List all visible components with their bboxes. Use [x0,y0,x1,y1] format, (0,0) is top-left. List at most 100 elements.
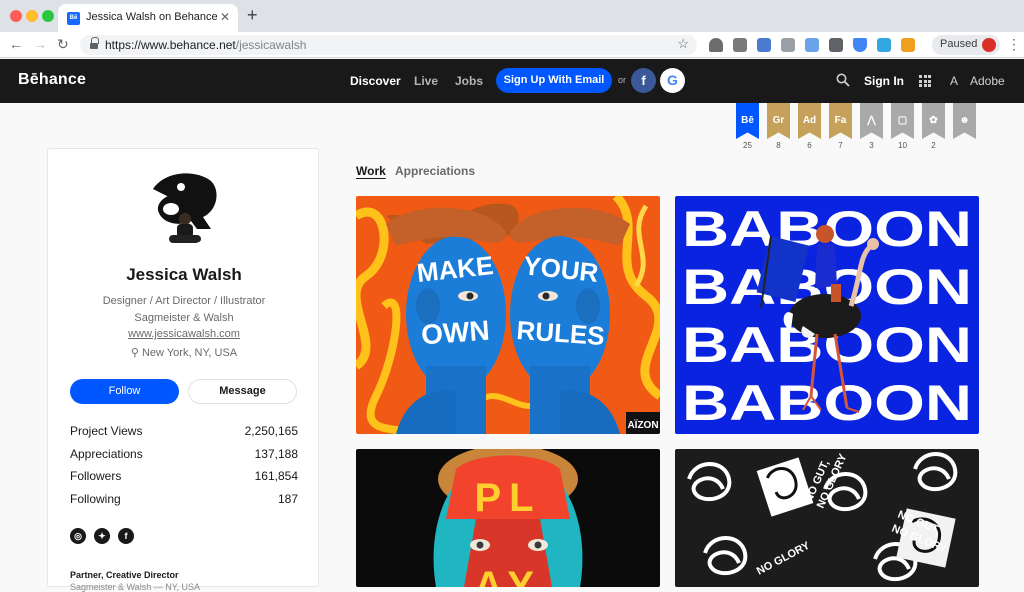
extension-gray-icon[interactable] [781,38,795,52]
location-text: New York, NY, USA [141,347,238,359]
url-bar[interactable]: https://www.behance.net/jessicawalsh ☆ [80,35,697,55]
profile-location: ⚲ New York, NY, USA [48,346,320,359]
badge-count: 6 [807,141,812,150]
stat-row[interactable]: Followers 161,854 [70,469,298,483]
badge-face[interactable]: ☻ [953,103,976,139]
facebook-icon[interactable]: f [118,528,134,544]
tile-brand-tag: AÏZON [627,418,658,431]
badge-graphic-design[interactable]: Gr 8 [767,103,790,150]
stat-label: Followers [70,469,122,483]
close-window-button[interactable] [10,10,22,22]
badge-label: ☻ [953,103,976,139]
tab-work[interactable]: Work [356,164,386,178]
back-arrow-icon[interactable]: ← [9,36,23,52]
profile-button[interactable]: Paused [932,35,1000,55]
minimize-window-button[interactable] [26,10,38,22]
stat-value: 187 [277,492,298,506]
signup-email-button[interactable]: Sign Up With Email [496,68,612,93]
tile-word: BABOON [682,375,972,431]
profile-website[interactable]: www.jessicawalsh.com [48,328,320,340]
badge-count: 7 [838,141,843,150]
apps-grid-icon[interactable] [919,75,931,87]
location-pin-icon: ⚲ [130,347,142,359]
behance-navbar: Bēhance Discover Live Jobs Sign Up With … [0,59,1024,103]
badge-label: Gr [767,103,790,139]
project-tile[interactable]: BABOON BABOON BABOON BABOON [675,196,979,434]
tile-word: RULES [516,315,606,351]
profile-company: Sagmeister & Walsh [134,312,234,324]
message-button[interactable]: Message [188,379,297,404]
nav-jobs[interactable]: Jobs [455,74,483,88]
stat-row: Project Views 2,250,165 [70,424,298,438]
extension-blue-icon[interactable] [757,38,771,52]
extension-orange-icon[interactable] [901,38,915,52]
stat-value: 161,854 [254,469,298,483]
nav-discover[interactable]: Discover [350,74,401,88]
profile-title: Designer / Art Director / Illustrator [102,295,266,307]
stat-value: 2,250,165 [244,424,298,438]
badge-count: 10 [898,141,907,150]
forward-arrow-icon[interactable]: → [33,36,47,52]
maximize-window-button[interactable] [42,10,54,22]
tab-title: Jessica Walsh on Behance [86,11,218,23]
extension-drop-icon[interactable] [877,38,891,52]
role-company: Sagmeister & Walsh — NY, USA [70,582,201,592]
new-tab-icon[interactable]: + [247,5,258,26]
avatar-image [145,167,223,245]
badge-fashion[interactable]: Fa 7 [829,103,852,150]
sign-in-link[interactable]: Sign In [864,74,904,88]
badge-flower[interactable]: ✿ 2 [922,103,945,150]
stat-label: Appreciations [70,447,143,461]
role-title: Partner, Creative Director [70,570,179,580]
close-tab-icon[interactable]: ✕ [220,10,230,24]
website-link[interactable]: www.jessicawalsh.com [128,328,240,340]
badge-behance[interactable]: Bē 25 [736,103,759,150]
lock-icon [90,37,99,49]
or-label: or [618,75,627,85]
follow-button[interactable]: Follow [70,379,179,404]
project-tile[interactable]: MAKE OWN YOUR RULES AÏZON [356,196,660,434]
profile-name: Jessica Walsh [126,265,242,284]
adobe-icon: A [950,74,959,88]
browser-menu-icon[interactable]: ⋮ [1007,36,1021,53]
project-tile[interactable]: NO GUT, NO GLORY NO GUT, NO GLORY NO GLO… [675,449,979,587]
badge-count: 2 [931,141,936,150]
stat-row: Appreciations 137,188 [70,447,298,461]
tab-appreciations[interactable]: Appreciations [395,164,475,178]
bookmark-star-icon[interactable]: ☆ [677,36,689,52]
project-thumbnail: NO GUT, NO GLORY NO GUT, NO GLORY NO GLO… [675,449,979,587]
url-text[interactable]: https://www.behance.net/jessicawalsh [105,38,306,52]
facebook-signin-icon[interactable]: f [631,68,656,93]
profile-avatar-icon [982,38,996,52]
stat-label: Following [70,492,121,506]
extension-camera-icon[interactable] [733,38,747,52]
badge-adobe[interactable]: ⋀ 3 [860,103,883,150]
instagram-icon[interactable]: ◎ [70,528,86,544]
extension-dark-icon[interactable] [829,38,843,52]
badge-label: Fa [829,103,852,139]
stat-row[interactable]: Following 187 [70,492,298,506]
search-icon[interactable] [836,73,850,87]
badge-label: Ad [798,103,821,139]
behance-logo[interactable]: Bēhance [18,71,86,89]
profile-status: Paused [940,38,978,50]
extension-cloud-icon[interactable] [709,38,723,52]
badge-count: 3 [869,141,874,150]
project-thumbnail: BABOON BABOON BABOON BABOON [675,196,979,434]
stat-value: 137,188 [254,447,298,461]
nav-live[interactable]: Live [414,74,438,88]
tile-word: PL [474,476,541,520]
google-signin-icon[interactable]: G [660,68,685,93]
tile-word: AY [474,564,542,587]
badge-label: ⋀ [860,103,883,139]
adobe-link[interactable]: Adobe [970,74,1005,88]
twitter-icon[interactable]: ✦ [94,528,110,544]
extension-shield-icon[interactable] [853,38,867,52]
avatar[interactable] [145,167,223,245]
project-tile[interactable]: PL AY [356,449,660,587]
reload-icon[interactable]: ↻ [57,36,69,53]
badge-square[interactable]: ▢ 10 [891,103,914,150]
badge-advertising[interactable]: Ad 6 [798,103,821,150]
extension-code-icon[interactable] [805,38,819,52]
browser-tab[interactable]: Bē Jessica Walsh on Behance ✕ [58,4,238,32]
